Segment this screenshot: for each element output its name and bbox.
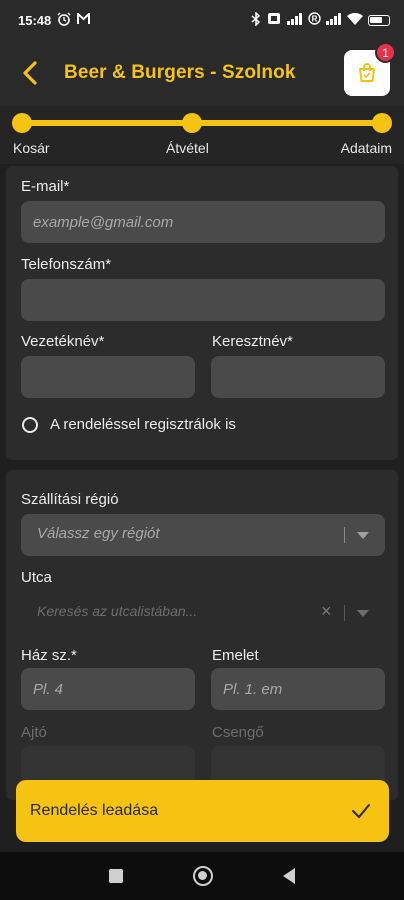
signal-2-icon	[326, 12, 342, 28]
chevron-left-icon	[23, 61, 37, 85]
page-title: Beer & Burgers - Szolnok	[64, 62, 296, 83]
chevron-down-icon[interactable]	[357, 532, 369, 539]
system-nav-bar	[0, 852, 404, 900]
region-placeholder: Válassz egy régiót	[37, 525, 160, 542]
first-name-field[interactable]	[211, 356, 385, 398]
street-label: Utca	[21, 569, 52, 586]
email-label: E-mail*	[21, 178, 70, 195]
status-time: 15:48	[18, 12, 52, 28]
signal-icon	[287, 12, 303, 28]
register-radio[interactable]	[22, 417, 38, 433]
floor-field[interactable]: Pl. 1. em	[211, 668, 385, 710]
back-nav-icon[interactable]	[283, 868, 295, 884]
alarm-icon	[57, 12, 71, 29]
clear-icon[interactable]: ×	[321, 601, 332, 622]
floor-label: Emelet	[212, 647, 259, 664]
app-header: Beer & Burgers - Szolnok 1	[0, 40, 404, 106]
vibrate-icon	[266, 12, 282, 28]
region-label: Szállítási régió	[21, 491, 119, 508]
stepper-progress-line	[22, 120, 382, 126]
bell-label: Csengő	[212, 724, 264, 741]
back-button[interactable]	[18, 61, 42, 85]
battery-icon	[368, 14, 390, 26]
checkout-stepper: Kosár Átvétel Adataim	[0, 106, 404, 164]
phone-label: Telefonszám*	[21, 256, 112, 273]
status-left: 15:48	[18, 11, 91, 29]
street-placeholder: Keresés az utcalistában...	[37, 603, 198, 619]
gmail-icon	[77, 11, 91, 28]
chevron-down-icon[interactable]	[357, 610, 369, 617]
house-number-label: Ház sz.*	[21, 647, 77, 664]
step-label-details: Adataim	[340, 140, 392, 156]
shopping-bag-icon	[359, 63, 375, 82]
home-icon[interactable]	[193, 866, 213, 886]
last-name-field[interactable]	[21, 356, 195, 398]
step-dot-pickup	[182, 113, 202, 133]
cart-count-badge: 1	[375, 42, 396, 63]
step-dot-cart	[12, 113, 32, 133]
place-order-button[interactable]: Rendelés leadása	[16, 780, 389, 842]
door-label: Ajtó	[21, 724, 47, 741]
cart-button[interactable]: 1	[344, 42, 396, 96]
street-select[interactable]: Keresés az utcalistában... ×	[21, 592, 385, 634]
recent-apps-icon[interactable]	[109, 869, 123, 883]
status-right: R	[251, 10, 390, 29]
step-dot-details	[372, 113, 392, 133]
region-divider	[344, 527, 345, 543]
phone-field[interactable]	[21, 279, 385, 321]
step-label-cart: Kosár	[13, 140, 50, 156]
email-field[interactable]: example@gmail.com	[21, 201, 385, 243]
house-number-field[interactable]: Pl. 4	[21, 668, 195, 710]
region-select[interactable]: Válassz egy régiót	[21, 514, 385, 556]
registered-icon: R	[308, 12, 321, 28]
status-bar: 15:48 R	[0, 0, 404, 40]
contact-details-card: E-mail* example@gmail.com Telefonszám* V…	[6, 166, 398, 460]
register-radio-label: A rendeléssel regisztrálok is	[50, 416, 236, 433]
first-name-label: Keresztnév*	[212, 333, 293, 350]
bluetooth-icon	[251, 10, 261, 29]
checkmark-icon	[352, 804, 370, 819]
place-order-label: Rendelés leadása	[30, 802, 159, 819]
step-label-pickup: Átvétel	[166, 140, 209, 156]
street-divider	[344, 605, 345, 621]
svg-text:R: R	[312, 15, 318, 24]
delivery-address-card: Szállítási régió Válassz egy régiót Utca…	[6, 470, 398, 800]
last-name-label: Vezetéknév*	[21, 333, 105, 350]
wifi-icon	[347, 12, 363, 28]
